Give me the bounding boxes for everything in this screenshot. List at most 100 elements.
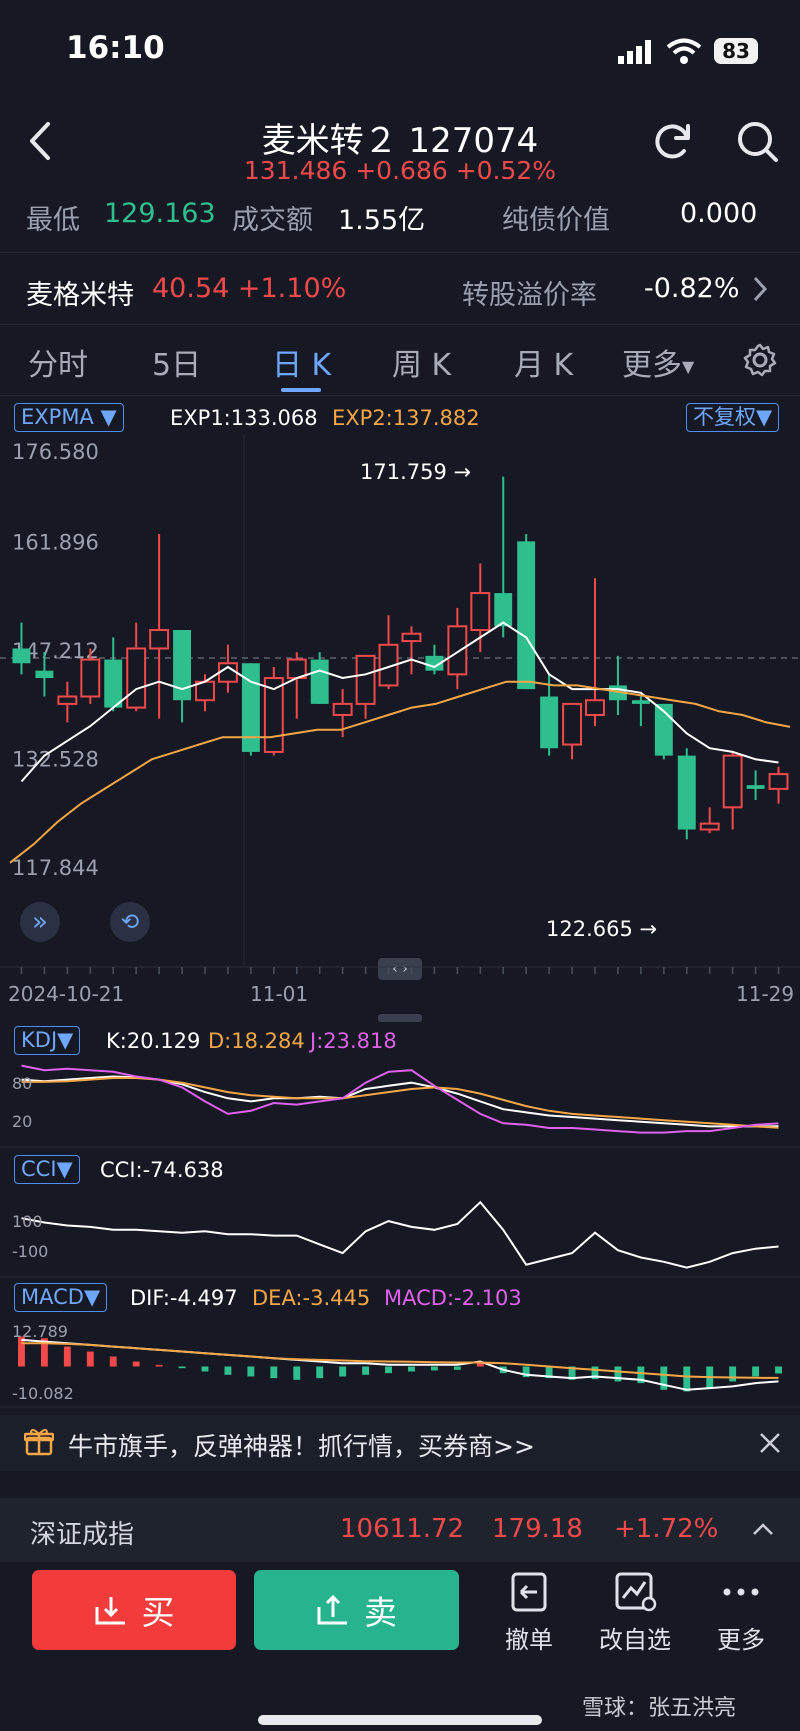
kdj-tick-hi: 80 (12, 1074, 33, 1093)
index-pct: +1.72% (614, 1514, 719, 1544)
edit-watchlist-button[interactable]: 改自选 (590, 1570, 680, 1655)
indicator-dropdown-macd[interactable]: MACD▼ (14, 1283, 108, 1312)
chevron-right-icon (753, 276, 768, 302)
macd-bar (155, 1364, 163, 1367)
tab-underline (281, 388, 321, 392)
exp1-readout: EXP1:133.068 (170, 406, 318, 430)
low-value: 129.163 (104, 198, 216, 229)
sell-button[interactable]: 卖 (254, 1570, 459, 1650)
candle-body-up (470, 592, 491, 632)
macd-bar (270, 1366, 278, 1379)
max-price-label: 171.759 → (360, 460, 472, 484)
candle-body-down (631, 700, 650, 704)
kdj-d: D:18.284 (208, 1029, 305, 1053)
more-button[interactable]: 更多 (696, 1570, 786, 1655)
underlying-quote: 40.54 +1.10% (152, 273, 347, 304)
macd-bar (430, 1366, 438, 1371)
low-label: 最低 (26, 205, 80, 236)
refresh-icon[interactable] (650, 118, 696, 164)
banner-text: 牛市旗手，反弹神器！抓行情，买券商>> (68, 1432, 535, 1461)
date-end: 11-29 (736, 982, 795, 1006)
series-line-d (21, 1077, 779, 1129)
macd-dif: DIF:-4.497 (130, 1286, 238, 1310)
panel-resize-handle[interactable] (378, 1014, 422, 1022)
premium-label: 转股溢价率 (462, 280, 597, 311)
y-tick-label: 117.844 (12, 856, 99, 880)
kdj-chart[interactable] (0, 1058, 800, 1148)
status-bar: 16:10 83 (0, 0, 800, 100)
candle-body-up (699, 822, 720, 831)
signal-icon (618, 40, 651, 64)
macd-chart[interactable] (0, 1316, 800, 1408)
candlestick-chart[interactable]: 176.580161.896147.212132.528117.844 (0, 435, 800, 970)
index-change: 179.18 (492, 1514, 583, 1544)
candle-body-down (310, 659, 329, 704)
y-tick-label: 161.896 (12, 531, 99, 555)
gift-icon (24, 1428, 54, 1456)
tab-intraday[interactable]: 分时 (28, 340, 88, 384)
gear-icon[interactable] (742, 342, 778, 378)
cci-tick-lo: -100 (12, 1242, 49, 1261)
indicator-dropdown-kdj[interactable]: KDJ▼ (14, 1026, 81, 1055)
caret-down-icon: ▼ (57, 1028, 74, 1052)
min-price-label: 122.665 → (546, 917, 658, 941)
divider (0, 324, 800, 325)
tab-daily-k[interactable]: 日 K (272, 340, 331, 384)
wifi-icon (666, 38, 702, 64)
cci-chart[interactable] (0, 1186, 800, 1278)
kdj-j: J:23.818 (310, 1029, 397, 1053)
candle-body-down (104, 659, 123, 708)
cci-value: CCI:-74.638 (100, 1158, 224, 1182)
home-indicator (258, 1715, 542, 1725)
sell-arrow-icon (317, 1594, 347, 1625)
candle-body-up (126, 647, 147, 709)
buy-button[interactable]: 买 (32, 1570, 236, 1650)
macd-bar (293, 1366, 301, 1380)
premium-value: -0.82% (644, 273, 740, 304)
close-icon[interactable] (758, 1431, 782, 1455)
macd-bar (132, 1361, 140, 1367)
candle-body-down (12, 648, 31, 664)
divider (0, 395, 800, 396)
cancel-order-icon (511, 1572, 547, 1612)
kdj-k: K:20.129 (106, 1029, 201, 1053)
index-name: 深证成指 (30, 1520, 135, 1550)
kdj-tick-lo: 20 (12, 1112, 33, 1131)
indicator-dropdown-cci[interactable]: CCI▼ (14, 1155, 80, 1184)
candle-body-up (401, 632, 422, 643)
tab-more[interactable]: 更多▼ (622, 340, 694, 384)
candle-body-up (80, 658, 101, 698)
y-tick-label: 132.528 (12, 748, 99, 772)
buy-label: 买 (141, 1593, 175, 1632)
more-dots-icon (723, 1588, 759, 1596)
macd-tick-hi: 12.789 (12, 1322, 68, 1341)
chevron-up-icon[interactable] (752, 1522, 774, 1536)
cancel-order-button[interactable]: 撤单 (484, 1570, 574, 1655)
series-line-exp2 (9, 680, 791, 864)
turnover-label: 成交额 (232, 205, 313, 236)
date-start: 2024-10-21 (8, 982, 125, 1006)
rotate-screen-icon[interactable]: ⟲ (110, 902, 150, 942)
underlying-name: 麦格米特 (26, 280, 134, 311)
macd-bar (453, 1366, 461, 1370)
sell-label: 卖 (364, 1593, 397, 1632)
indicator-dropdown-expma[interactable]: EXPMA ▼ (14, 403, 124, 432)
macd-bar (408, 1366, 415, 1372)
tab-monthly-k[interactable]: 月 K (514, 340, 573, 384)
promo-banner[interactable]: 牛市旗手，反弹神器！抓行情，买券商>> (0, 1415, 800, 1471)
index-ticker-bar[interactable]: 深证成指 10611.72 179.18 +1.72% (0, 1498, 800, 1562)
candle-body-up (768, 773, 789, 790)
macd-bar (86, 1351, 94, 1367)
tab-weekly-k[interactable]: 周 K (392, 340, 451, 384)
search-icon[interactable] (734, 118, 780, 164)
macd-bar (224, 1366, 232, 1375)
date-mid: 11-01 (250, 982, 309, 1006)
adjust-dropdown[interactable]: 不复权▼ (686, 403, 780, 432)
fast-forward-icon[interactable]: » (20, 902, 60, 942)
tab-5day[interactable]: 5日 (152, 340, 201, 384)
caret-down-icon: ▼ (756, 405, 773, 429)
macd-bar (385, 1366, 392, 1374)
underlying-row[interactable]: 麦格米特 40.54 +1.10% 转股溢价率 -0.82% (0, 253, 800, 323)
macd-label: MACD (21, 1285, 84, 1309)
cci-label: CCI (21, 1157, 57, 1181)
